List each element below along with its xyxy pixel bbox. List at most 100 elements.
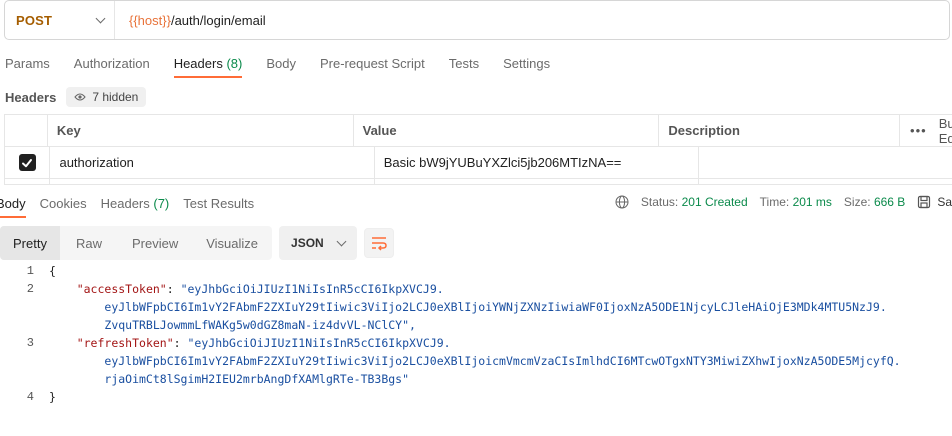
response-toolbar: Pretty Raw Preview Visualize JSON xyxy=(0,226,394,260)
code-line: 2 "accessToken": "eyJhbGciOiJIUzI1NiIsIn… xyxy=(0,280,952,298)
code-line-wrapped: eyJlbWFpbCI6Im1vY2FAbmF2ZXIuY29tIiwic3Vi… xyxy=(0,298,952,316)
tab-cookies[interactable]: Cookies xyxy=(40,192,87,218)
eye-icon xyxy=(74,93,86,101)
wrap-lines-icon xyxy=(371,237,387,251)
json-key: "refreshToken" xyxy=(76,336,174,350)
check-icon xyxy=(22,158,33,167)
line-number: 3 xyxy=(26,336,34,350)
tab-label: Settings xyxy=(503,56,551,71)
line-number: 1 xyxy=(26,264,34,278)
code-line: 3 "refreshToken": "eyJhbGciOiJIUzI1NiIsI… xyxy=(0,334,952,352)
column-header-value: Value xyxy=(353,115,660,147)
table-row: authorization Basic bW9jYUBuYXZlci5jb206… xyxy=(5,147,952,179)
code-text: "refreshToken": "eyJhbGciOiJIUzI1NiIsInR… xyxy=(76,336,451,350)
tab-authorization[interactable]: Authorization xyxy=(74,52,150,78)
row-check-cell xyxy=(5,147,51,179)
tab-test-results[interactable]: Test Results xyxy=(183,192,254,218)
json-string: eyJlbWFpbCI6Im1vY2FAbmF2ZXIuY29tIiwic3Vi… xyxy=(104,354,901,368)
tab-params[interactable]: Params xyxy=(5,52,50,78)
time-label: Time: xyxy=(759,195,790,209)
code-line: 4 } xyxy=(0,388,952,406)
tab-label: Headers xyxy=(173,56,223,71)
header-description-input[interactable] xyxy=(698,147,952,179)
code-line-wrapped: eyJlbWFpbCI6Im1vY2FAbmF2ZXIuY29tIiwic3Vi… xyxy=(0,352,952,370)
tab-response-headers[interactable]: Headers (7) xyxy=(101,192,170,218)
tab-count: (7) xyxy=(153,196,170,211)
format-select[interactable]: JSON xyxy=(279,226,357,260)
status-value[interactable]: 201 Created xyxy=(682,195,748,209)
json-string: "eyJhbGciOiJIUzI1NiIsInR5cCI6IkpXVCJ9. xyxy=(180,282,444,296)
headers-table: Key Value Description ••• Bulk Ed author… xyxy=(4,114,952,185)
column-header-description: Description xyxy=(659,115,901,147)
json-string: ZvquTRBLJowmmLfWAKg5w0dGZ8maN-iz4dvVL-NC… xyxy=(104,318,416,332)
tab-pre-request-script[interactable]: Pre-request Script xyxy=(320,52,425,78)
more-options-icon[interactable]: ••• xyxy=(910,123,927,138)
hidden-headers-toggle[interactable]: 7 hidden xyxy=(66,87,147,107)
json-string: "eyJhbGciOiJIUzI1NiIsInR5cCI6IkpXVCJ9. xyxy=(187,336,451,350)
globe-icon[interactable] xyxy=(615,195,629,209)
view-raw-button[interactable]: Raw xyxy=(60,226,118,260)
response-tabs: Body Cookies Headers (7) Test Results xyxy=(0,192,268,218)
tab-label: Cookies xyxy=(39,196,87,211)
tab-count: (8) xyxy=(226,56,243,71)
bulk-edit-button[interactable]: ••• Bulk Ed xyxy=(900,115,952,147)
save-icon[interactable] xyxy=(917,195,931,209)
tab-label: Tests xyxy=(448,56,480,71)
size-value[interactable]: 666 B xyxy=(874,195,905,209)
code-line: 1 { xyxy=(0,262,952,280)
url-path: /auth/login/email xyxy=(170,12,266,28)
tab-label: Body xyxy=(0,196,26,211)
tab-response-body[interactable]: Body xyxy=(0,192,26,218)
json-string: rjaOimCt8lSgimH2IEU2mrbAngDfXAMlgRTe-TB3… xyxy=(104,372,410,386)
status-label: Status: xyxy=(640,195,679,209)
headers-section-header: Headers 7 hidden xyxy=(5,86,147,108)
chevron-down-icon xyxy=(95,13,106,24)
view-preview-button[interactable]: Preview xyxy=(118,226,192,260)
tab-label: Authorization xyxy=(73,56,150,71)
response-status-bar: Status: 201 Created Time: 201 ms Size: 6… xyxy=(615,195,952,209)
format-select-value: JSON xyxy=(291,236,324,250)
tab-label: Params xyxy=(5,56,50,71)
tab-tests[interactable]: Tests xyxy=(449,52,479,78)
header-enabled-checkbox[interactable] xyxy=(18,154,36,171)
size-label: Size: xyxy=(843,195,871,209)
code-text: "accessToken": "eyJhbGciOiJIUzI1NiIsInR5… xyxy=(76,282,444,296)
url-host-variable: {{host}} xyxy=(129,12,171,28)
response-body-viewer[interactable]: 1 { 2 "accessToken": "eyJhbGciOiJIUzI1Ni… xyxy=(0,262,952,406)
view-pretty-button[interactable]: Pretty xyxy=(0,226,60,260)
view-mode-group: Pretty Raw Preview Visualize xyxy=(0,226,273,260)
hidden-headers-label: 7 hidden xyxy=(92,90,139,104)
tab-label: Body xyxy=(266,56,296,71)
tab-body[interactable]: Body xyxy=(266,52,296,78)
chevron-down-icon xyxy=(336,236,347,247)
tab-settings[interactable]: Settings xyxy=(503,52,550,78)
table-header-row: Key Value Description ••• Bulk Ed xyxy=(5,115,952,147)
request-tabs: Params Authorization Headers (8) Body Pr… xyxy=(0,52,550,78)
code-line-wrapped: rjaOimCt8lSgimH2IEU2mrbAngDfXAMlgRTe-TB3… xyxy=(0,370,952,388)
save-response-label[interactable]: Sa xyxy=(937,195,952,209)
code-text: { xyxy=(49,264,56,278)
line-number: 2 xyxy=(26,282,34,296)
code-text: } xyxy=(49,390,56,404)
header-value-input[interactable]: Basic bW9jYUBuYXZlci5jb206MTIzNA== xyxy=(374,147,699,179)
tab-label: Pre-request Script xyxy=(319,56,425,71)
view-visualize-button[interactable]: Visualize xyxy=(192,226,272,260)
time-value[interactable]: 201 ms xyxy=(793,195,832,209)
header-key-input[interactable]: authorization xyxy=(50,147,375,179)
column-header-key: Key xyxy=(47,115,354,147)
tab-headers[interactable]: Headers (8) xyxy=(173,52,243,78)
headers-title: Headers xyxy=(5,89,57,105)
method-select[interactable]: POST xyxy=(5,1,115,39)
bulk-edit-label: Bulk Ed xyxy=(938,115,952,146)
tab-label: Headers xyxy=(100,196,150,211)
wrap-lines-button[interactable] xyxy=(363,228,394,258)
json-string: eyJlbWFpbCI6Im1vY2FAbmF2ZXIuY29tIiwic3Vi… xyxy=(104,300,887,314)
tab-label: Test Results xyxy=(183,196,255,211)
json-key: "accessToken" xyxy=(76,282,167,296)
header-check-cell xyxy=(5,115,48,147)
method-label: POST xyxy=(16,12,53,28)
table-row-partial xyxy=(5,179,952,185)
url-input[interactable]: {{host}}/auth/login/email xyxy=(115,13,266,28)
code-line-wrapped: ZvquTRBLJowmmLfWAKg5w0dGZ8maN-iz4dvVL-NC… xyxy=(0,316,952,334)
url-bar: POST {{host}}/auth/login/email xyxy=(4,0,950,40)
